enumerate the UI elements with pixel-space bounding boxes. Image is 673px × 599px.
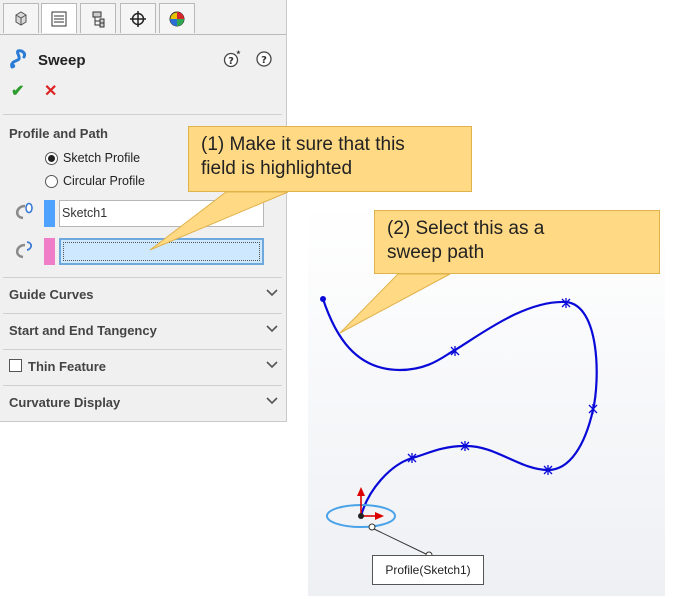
spline-points xyxy=(407,298,598,475)
spline-point-marker xyxy=(588,404,598,414)
origin-y-arrow xyxy=(357,487,365,496)
callout-highlight-field: (1) Make it sure that this field is high… xyxy=(188,126,472,192)
path-endpoint[interactable] xyxy=(320,296,326,302)
callout-text-line: sweep path xyxy=(387,242,485,263)
callout-pointer-1 xyxy=(149,191,289,251)
callout-pointer-2 xyxy=(339,273,451,334)
scene-overlay xyxy=(149,191,598,559)
profile-tag-label[interactable]: Profile(Sketch1) xyxy=(372,555,484,585)
origin-point xyxy=(358,513,364,519)
origin-x-arrow xyxy=(375,512,384,520)
callout-select-path: (2) Select this as a sweep path xyxy=(374,210,660,274)
callout-text-line: field is highlighted xyxy=(201,158,353,179)
callout-text-line: (1) Make it sure that this xyxy=(201,134,405,155)
sweep-path-curve[interactable] xyxy=(321,298,598,517)
leader-line xyxy=(373,528,429,556)
callout-text-line: (2) Select this as a xyxy=(387,218,545,239)
